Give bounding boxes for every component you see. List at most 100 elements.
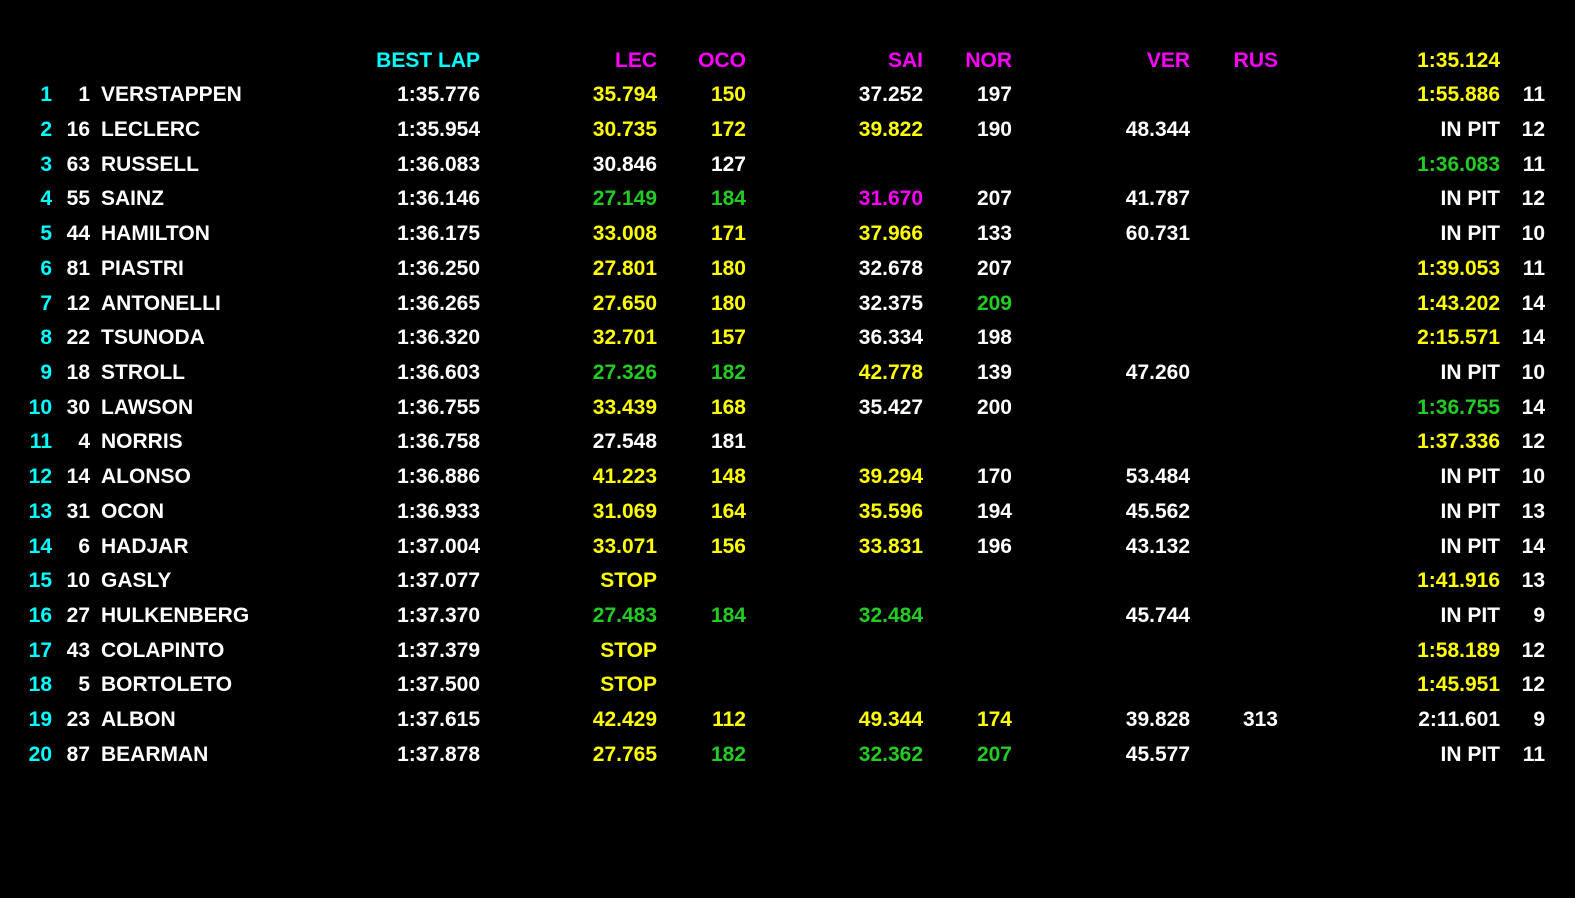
table-row: 19 23 ALBON 1:37.615 42.429 112 49.344 174 39.82… bbox=[0, 703, 1575, 738]
sector3-time: 41.787 bbox=[1125, 187, 1190, 211]
car-number: 10 bbox=[66, 569, 90, 593]
sector2-time: 35.427 bbox=[858, 395, 923, 419]
sector1-time: STOP bbox=[600, 638, 657, 662]
laps-count: 9 bbox=[1533, 604, 1545, 627]
position: 14 bbox=[28, 534, 52, 558]
best-lap: 1:37.878 bbox=[397, 742, 480, 766]
last-lap: 1:45.951 bbox=[1417, 673, 1500, 697]
sector1-time: 27.650 bbox=[592, 291, 657, 315]
position: 15 bbox=[28, 569, 52, 593]
sector2-time: 32.678 bbox=[858, 256, 923, 280]
sector1-speed: 112 bbox=[712, 708, 746, 732]
sector1-speed: 148 bbox=[710, 465, 746, 489]
position: 10 bbox=[28, 395, 52, 419]
laps-count: 9 bbox=[1533, 708, 1545, 732]
header-overall-best: 1:35.124 bbox=[1417, 48, 1500, 72]
header-sector1-speed-driver: OCO bbox=[698, 48, 746, 72]
sector1-speed: 181 bbox=[710, 430, 746, 454]
last-lap: IN PIT bbox=[1440, 534, 1500, 558]
position: 13 bbox=[28, 499, 52, 523]
sector1-speed: 150 bbox=[710, 83, 746, 107]
table-row: 2 16 LECLERC 1:35.954 30.735 172 39.822 190 48.3… bbox=[0, 113, 1575, 148]
car-number: 81 bbox=[66, 256, 90, 280]
best-lap: 1:36.933 bbox=[397, 499, 480, 523]
sector1-time: 33.071 bbox=[592, 534, 657, 558]
position: 8 bbox=[40, 326, 52, 350]
best-lap: 1:36.175 bbox=[397, 222, 480, 246]
sector1-speed: 168 bbox=[710, 395, 746, 419]
laps-count: 11 bbox=[1522, 152, 1545, 176]
sector2-time: 32.484 bbox=[858, 604, 923, 627]
car-number: 4 bbox=[78, 430, 90, 454]
best-lap: 1:36.320 bbox=[397, 326, 480, 350]
best-lap: 1:37.004 bbox=[397, 534, 480, 558]
sector1-time: 27.548 bbox=[592, 430, 657, 454]
sector2-speed: 207 bbox=[976, 742, 1012, 766]
sector1-speed: 127 bbox=[710, 152, 746, 176]
best-lap: 1:36.755 bbox=[397, 395, 480, 419]
best-lap: 1:37.615 bbox=[397, 708, 480, 732]
best-lap: 1:36.083 bbox=[397, 152, 480, 176]
table-row: 8 22 TSUNODA 1:36.320 32.701 157 36.334 198 2:15… bbox=[0, 321, 1575, 356]
table-row: 5 44 HAMILTON 1:36.175 33.008 171 37.966 133 60.… bbox=[0, 217, 1575, 252]
sector1-speed: 156 bbox=[710, 534, 746, 558]
driver-name: COLAPINTO bbox=[101, 638, 225, 662]
laps-count: 10 bbox=[1521, 222, 1545, 246]
sector2-speed: 174 bbox=[976, 708, 1012, 732]
laps-count: 12 bbox=[1521, 638, 1545, 662]
driver-name: TSUNODA bbox=[101, 326, 205, 350]
sector3-time: 53.484 bbox=[1125, 465, 1190, 489]
last-lap: IN PIT bbox=[1440, 742, 1500, 766]
position: 3 bbox=[40, 152, 52, 176]
sector1-time: 42.429 bbox=[592, 708, 657, 732]
sector3-time: 47.260 bbox=[1125, 360, 1190, 384]
last-lap: 2:15.571 bbox=[1417, 326, 1500, 350]
car-number: 87 bbox=[66, 742, 90, 766]
car-number: 43 bbox=[66, 638, 90, 662]
table-row: 18 5 BORTOLETO 1:37.500 STOP 1:45.951 12 bbox=[0, 668, 1575, 703]
best-lap: 1:37.077 bbox=[397, 569, 480, 593]
laps-count: 12 bbox=[1521, 187, 1545, 211]
sector3-time: 45.577 bbox=[1125, 742, 1190, 766]
best-lap: 1:37.370 bbox=[397, 604, 480, 627]
last-lap: 1:41.916 bbox=[1417, 569, 1500, 593]
driver-name: RUSSELL bbox=[101, 152, 200, 176]
laps-count: 14 bbox=[1521, 534, 1545, 558]
sector1-time: 33.439 bbox=[592, 395, 657, 419]
sector2-time: 32.362 bbox=[858, 742, 923, 766]
table-row: 1 1 VERSTAPPEN 1:35.776 35.794 150 37.252 197 1:… bbox=[0, 78, 1575, 113]
sector2-time: 42.778 bbox=[858, 360, 923, 384]
sector1-time: 27.149 bbox=[592, 187, 657, 211]
sector1-speed: 182 bbox=[710, 360, 746, 384]
position: 1 bbox=[40, 83, 52, 107]
sector1-time: 30.735 bbox=[592, 117, 657, 141]
position: 19 bbox=[28, 708, 52, 732]
sector2-time: 31.670 bbox=[858, 187, 923, 211]
driver-name: ALONSO bbox=[101, 465, 191, 489]
driver-name: PIASTRI bbox=[101, 256, 184, 280]
best-lap: 1:36.758 bbox=[397, 430, 480, 454]
sector1-time: 30.846 bbox=[592, 152, 657, 176]
last-lap: 1:58.189 bbox=[1417, 638, 1500, 662]
driver-name: BEARMAN bbox=[101, 742, 209, 766]
sector1-time: 27.765 bbox=[592, 742, 657, 766]
sector3-time: 60.731 bbox=[1125, 222, 1190, 246]
sector1-speed: 184 bbox=[710, 604, 746, 627]
sector1-speed: 172 bbox=[710, 117, 746, 141]
driver-name: LECLERC bbox=[101, 117, 201, 141]
laps-count: 13 bbox=[1521, 499, 1545, 523]
sector1-time: STOP bbox=[600, 673, 657, 697]
sector1-time: 33.008 bbox=[592, 222, 657, 246]
table-row: 16 27 HULKENBERG 1:37.370 27.483 184 32.484 45.… bbox=[0, 599, 1575, 634]
sector1-time: 35.794 bbox=[592, 83, 657, 107]
position: 7 bbox=[40, 291, 52, 315]
sector2-time: 37.966 bbox=[858, 222, 923, 246]
last-lap: 1:37.336 bbox=[1417, 430, 1500, 454]
sector2-speed: 207 bbox=[976, 187, 1012, 211]
car-number: 18 bbox=[66, 360, 90, 384]
car-number: 6 bbox=[78, 534, 90, 558]
driver-name: LAWSON bbox=[101, 395, 194, 419]
position: 12 bbox=[28, 465, 52, 489]
driver-name: ALBON bbox=[101, 708, 176, 732]
sector1-time: 32.701 bbox=[592, 326, 657, 350]
